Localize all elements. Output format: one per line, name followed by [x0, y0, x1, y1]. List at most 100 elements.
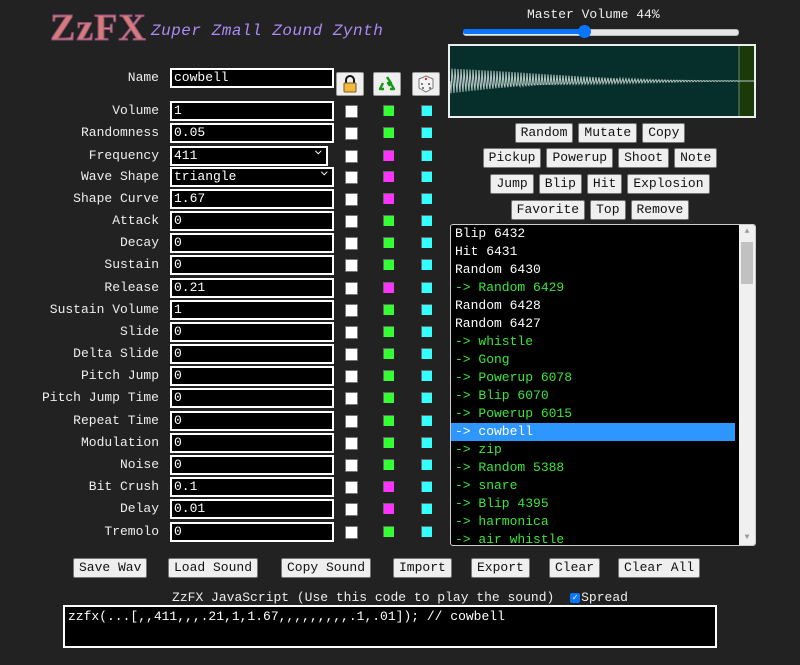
sound-list[interactable]: Blip 6432 Hit 6431 Random 6430 -> Random 64… — [450, 224, 756, 546]
mutate-toggle[interactable] — [383, 348, 394, 359]
mutate-toggle[interactable] — [383, 237, 394, 248]
mutate-toggle[interactable] — [383, 392, 394, 403]
mutate-toggle[interactable] — [383, 282, 394, 293]
param-input[interactable]: 0 — [170, 344, 334, 364]
spread-checkbox[interactable]: ✓ — [570, 592, 581, 603]
randomize-toggle[interactable] — [421, 392, 432, 403]
lock-checkbox[interactable] — [345, 459, 358, 472]
blip-button[interactable]: Blip — [538, 174, 582, 194]
randomize-toggle[interactable] — [421, 304, 432, 315]
shoot-button[interactable]: Shoot — [618, 148, 670, 168]
list-item[interactable]: -> air whistle — [451, 531, 735, 545]
randomize-toggle[interactable] — [421, 326, 432, 337]
copy-sound-button[interactable]: Copy Sound — [281, 558, 372, 578]
param-input[interactable]: 0 — [170, 522, 334, 542]
lock-checkbox[interactable] — [345, 237, 358, 250]
param-input[interactable]: 411 — [170, 146, 291, 166]
mutate-toggle[interactable] — [383, 437, 394, 448]
param-input[interactable]: 0 — [170, 211, 334, 231]
lock-checkbox[interactable] — [345, 215, 358, 228]
mutate-toggle[interactable] — [383, 459, 394, 470]
randomize-toggle[interactable] — [421, 215, 432, 226]
randomize-toggle[interactable] — [421, 526, 432, 537]
mutate-toggle[interactable] — [383, 326, 394, 337]
code-output[interactable]: zzfx(...[,,411,,,.21,1,1.67,,,,,,,,,.1,.… — [63, 605, 717, 648]
param-input[interactable]: 0 — [170, 233, 334, 253]
lock-checkbox[interactable] — [345, 370, 358, 383]
mutate-toggle[interactable] — [383, 105, 394, 116]
param-input[interactable]: 0.21 — [170, 278, 334, 298]
randomize-toggle[interactable] — [421, 437, 432, 448]
list-item[interactable]: -> Random 6429 — [451, 279, 735, 297]
note-select[interactable]: ⌄ — [288, 145, 328, 166]
randomize-toggle[interactable] — [421, 503, 432, 514]
scrollbar-thumb[interactable] — [741, 242, 753, 284]
hit-button[interactable]: Hit — [586, 174, 623, 194]
lock-checkbox[interactable] — [345, 105, 358, 118]
import-button[interactable]: Import — [393, 558, 452, 578]
lock-checkbox[interactable] — [345, 127, 358, 140]
explosion-button[interactable]: Explosion — [627, 174, 710, 194]
remove-button[interactable]: Remove — [630, 200, 690, 220]
param-input[interactable]: 0 — [170, 455, 334, 475]
mutate-toggle[interactable] — [383, 150, 394, 161]
list-item[interactable]: Blip 6432 — [451, 225, 735, 243]
load-sound-button[interactable]: Load Sound — [168, 558, 259, 578]
list-item[interactable]: -> whistle — [451, 333, 735, 351]
mutate-toggle[interactable] — [383, 304, 394, 315]
param-input[interactable]: 0 — [170, 366, 334, 386]
mutate-toggle[interactable] — [383, 415, 394, 426]
list-item[interactable]: -> snare — [451, 477, 735, 495]
name-input[interactable]: cowbell — [170, 68, 334, 88]
lock-checkbox[interactable] — [345, 326, 358, 339]
randomize-toggle[interactable] — [421, 193, 432, 204]
param-input[interactable]: 0 — [170, 388, 334, 408]
mutate-toggle[interactable] — [383, 370, 394, 381]
mutate-toggle[interactable] — [383, 503, 394, 514]
mutate-toggle[interactable] — [383, 481, 394, 492]
param-input[interactable]: 0 — [170, 433, 334, 453]
clear-button[interactable]: Clear — [549, 558, 601, 578]
copy-button[interactable]: Copy — [642, 123, 686, 143]
mutate-toggle[interactable] — [383, 526, 394, 537]
list-item[interactable]: -> Gong — [451, 351, 735, 369]
param-input[interactable]: 0.1 — [170, 477, 334, 497]
scroll-up-icon[interactable]: ▲ — [739, 225, 755, 239]
randomize-toggle[interactable] — [421, 127, 432, 138]
lock-checkbox[interactable] — [345, 304, 358, 317]
lock-checkbox[interactable] — [345, 526, 358, 539]
lock-checkbox[interactable] — [345, 392, 358, 405]
lock-checkbox[interactable] — [345, 150, 358, 163]
save-wav-button[interactable]: Save Wav — [73, 558, 148, 578]
list-item[interactable]: -> harmonica — [451, 513, 735, 531]
lock-checkbox[interactable] — [345, 503, 358, 516]
param-input[interactable]: 0 — [170, 255, 334, 275]
note-button[interactable]: Note — [674, 148, 718, 168]
lock-checkbox[interactable] — [345, 415, 358, 428]
list-item[interactable]: -> zip — [451, 441, 735, 459]
top-button[interactable]: Top — [590, 200, 626, 220]
mutate-toggle[interactable] — [383, 171, 394, 182]
mutate-toggle[interactable] — [383, 193, 394, 204]
random-button[interactable]: Random — [514, 123, 574, 143]
master-volume-slider[interactable] — [463, 25, 739, 38]
lock-checkbox[interactable] — [345, 171, 358, 184]
jump-button[interactable]: Jump — [490, 174, 534, 194]
pickup-button[interactable]: Pickup — [482, 148, 542, 168]
waveform-display[interactable] — [448, 44, 756, 118]
favorite-button[interactable]: Favorite — [510, 200, 586, 220]
param-input[interactable]: 0.05 — [170, 123, 334, 143]
powerup-button[interactable]: Powerup — [546, 148, 614, 168]
param-input[interactable]: 1 — [170, 300, 334, 320]
lock-checkbox[interactable] — [345, 348, 358, 361]
wave-shape-select[interactable]: triangle ⌄ — [170, 166, 334, 187]
randomize-toggle[interactable] — [421, 415, 432, 426]
list-item[interactable]: Hit 6431 — [451, 243, 735, 261]
list-scrollbar[interactable]: ▲ ▼ — [739, 225, 755, 545]
export-button[interactable]: Export — [471, 558, 530, 578]
randomize-toggle[interactable] — [421, 481, 432, 492]
randomize-toggle[interactable] — [421, 150, 432, 161]
spread-toggle[interactable]: ✓ Spread — [570, 590, 628, 605]
mutate-toggle[interactable] — [383, 215, 394, 226]
param-input[interactable]: 1 — [170, 101, 334, 121]
